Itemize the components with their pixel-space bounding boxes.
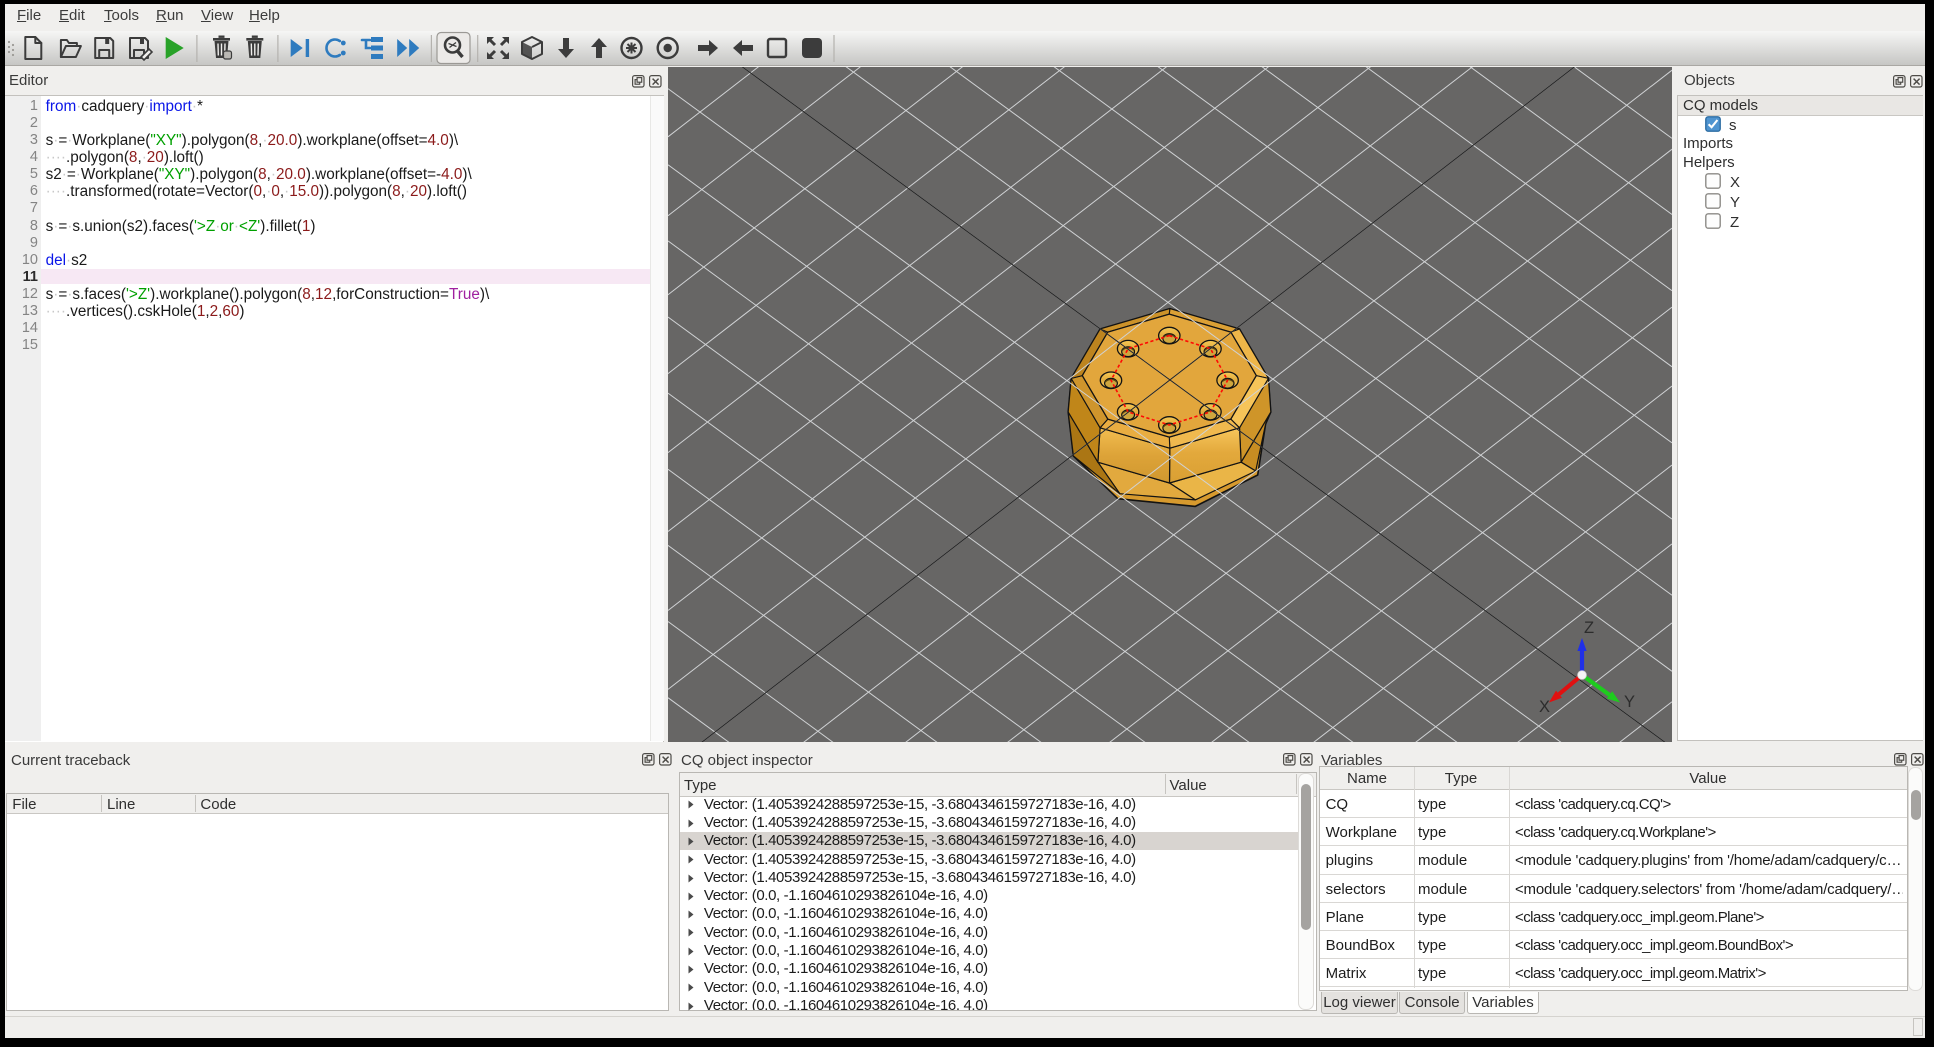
svg-text:Y: Y	[1624, 693, 1635, 711]
svg-text:X: X	[1539, 698, 1550, 716]
svg-text:Z: Z	[1584, 619, 1594, 637]
